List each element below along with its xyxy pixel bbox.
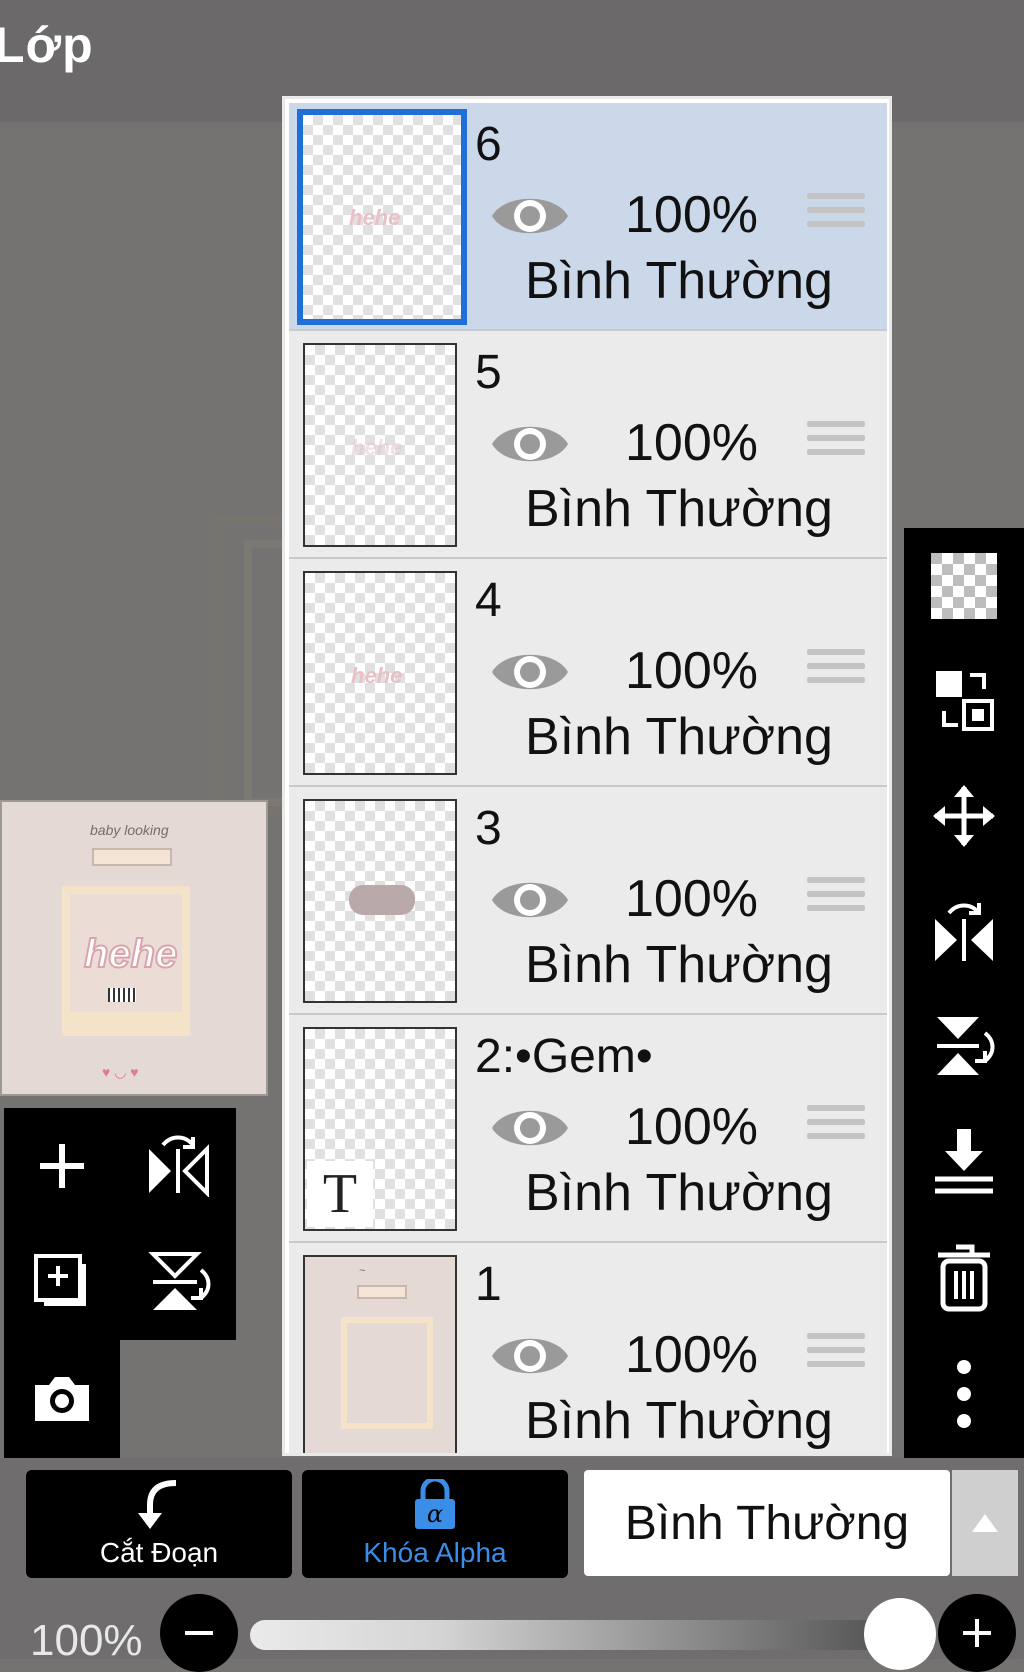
visibility-eye-icon[interactable]	[489, 415, 571, 473]
layer-thumbnail[interactable]: T	[303, 1027, 457, 1231]
drag-handle-icon[interactable]	[807, 877, 865, 927]
alpha-lock-icon: α	[415, 1479, 455, 1529]
layer-row[interactable]: hehe 4 100% Bình Thường	[289, 559, 887, 787]
minus-icon	[185, 1631, 213, 1635]
thumbnail-text: hehe	[349, 205, 401, 230]
drag-handle-icon[interactable]	[807, 1333, 865, 1383]
page-title: Lớp	[0, 17, 94, 73]
left-tool-panel	[4, 1108, 236, 1340]
layer-opacity: 100%	[625, 1098, 758, 1156]
layer-name: 2:•Gem•	[475, 1030, 653, 1083]
layer-thumbnail[interactable]: hehe	[297, 109, 467, 325]
visibility-eye-icon[interactable]	[489, 1099, 571, 1157]
flip-vertical-icon[interactable]	[138, 1242, 218, 1322]
preview-small-text: baby looking	[90, 822, 169, 838]
plus-icon	[963, 1619, 991, 1647]
visibility-eye-icon[interactable]	[489, 871, 571, 929]
canvas-preview[interactable]: baby looking hehe ♥ ◡ ♥	[0, 800, 268, 1096]
add-layer-icon[interactable]	[22, 1126, 102, 1206]
thumbnail-background: ~	[305, 1257, 455, 1453]
opacity-increase-button[interactable]	[938, 1594, 1016, 1672]
text-layer-icon: T	[307, 1161, 373, 1227]
triangle-up-icon	[972, 1514, 998, 1532]
flip-horizontal-icon[interactable]	[138, 1126, 218, 1206]
add-layer-copy-icon[interactable]	[22, 1242, 102, 1322]
visibility-eye-icon[interactable]	[489, 1327, 571, 1385]
blend-mode-dropdown-toggle[interactable]	[952, 1470, 1018, 1576]
heart-icon: ♥ ◡ ♥	[102, 1064, 139, 1080]
layer-row[interactable]: hehe 5 100% Bình Thường	[289, 331, 887, 559]
merge-down-icon[interactable]	[924, 1122, 1004, 1202]
preview-canvas-text: hehe	[83, 931, 178, 977]
layer-row[interactable]: ~ 1 100% Bình Thường	[289, 1243, 887, 1453]
alpha-lock-button[interactable]: α Khóa Alpha	[302, 1470, 568, 1578]
more-icon[interactable]	[924, 1354, 1004, 1434]
swap-layers-icon[interactable]	[924, 660, 1004, 740]
visibility-eye-icon[interactable]	[489, 187, 571, 245]
svg-text:α: α	[427, 1500, 443, 1528]
transparency-icon[interactable]	[924, 546, 1004, 626]
layer-opacity: 100%	[625, 642, 758, 700]
layer-blend-mode: Bình Thường	[525, 708, 833, 766]
layer-opacity: 100%	[625, 1326, 758, 1384]
layer-row[interactable]: hehe 6 100% Bình Thường	[289, 103, 887, 331]
clip-button[interactable]: Cắt Đoạn	[26, 1470, 292, 1578]
opacity-slider-knob[interactable]	[864, 1598, 936, 1670]
thumbnail-shape	[349, 885, 415, 915]
layer-row[interactable]: T 2:•Gem• 100% Bình Thường	[289, 1015, 887, 1243]
thumbnail-text: hehe	[351, 435, 403, 460]
layer-name: 6	[475, 118, 502, 171]
clip-arrow-icon	[138, 1480, 177, 1529]
layer-name: 4	[475, 574, 502, 627]
flip-horizontal-icon[interactable]	[924, 892, 1004, 972]
layer-opacity: 100%	[625, 870, 758, 928]
drag-handle-icon[interactable]	[807, 421, 865, 471]
bottom-bar: Cắt Đoạn α Khóa Alpha Bình Thường 100%	[0, 1458, 1024, 1672]
thumbnail-label-box	[357, 1285, 407, 1299]
camera-icon[interactable]	[22, 1358, 102, 1438]
move-icon[interactable]	[924, 776, 1004, 856]
layer-opacity: 100%	[625, 186, 758, 244]
layer-thumbnail[interactable]	[303, 799, 457, 1003]
layer-thumbnail[interactable]: hehe	[303, 343, 457, 547]
left-tool-panel-lower	[4, 1340, 120, 1458]
blend-mode-select[interactable]: Bình Thường	[584, 1470, 950, 1576]
layer-blend-mode: Bình Thường	[525, 936, 833, 994]
clip-label: Cắt Đoạn	[99, 1537, 219, 1568]
thumbnail-frame	[341, 1317, 433, 1429]
layer-opacity: 100%	[625, 414, 758, 472]
thumbnail-text: hehe	[351, 663, 403, 688]
layer-blend-mode: Bình Thường	[525, 252, 833, 310]
layer-blend-mode: Bình Thường	[525, 480, 833, 538]
preview-photo-frame-bottom	[62, 1012, 190, 1036]
flip-vertical-icon[interactable]	[924, 1006, 1004, 1086]
layer-thumbnail[interactable]: hehe	[303, 571, 457, 775]
visibility-eye-icon[interactable]	[489, 643, 571, 701]
preview-dots	[108, 988, 136, 1002]
layers-panel: hehe 6 100% Bình Thường hehe 5 100% Bình…	[282, 96, 892, 1456]
layer-name: 1	[475, 1258, 502, 1311]
thumbnail-small-text: ~	[359, 1265, 366, 1277]
opacity-slider-track[interactable]	[250, 1620, 882, 1650]
drag-handle-icon[interactable]	[807, 193, 865, 243]
right-tool-panel	[904, 528, 1024, 1458]
drag-handle-icon[interactable]	[807, 1105, 865, 1155]
drag-handle-icon[interactable]	[807, 649, 865, 699]
preview-label-box	[92, 848, 172, 866]
alpha-lock-label: Khóa Alpha	[363, 1537, 507, 1568]
layer-name: 3	[475, 802, 502, 855]
layer-blend-mode: Bình Thường	[525, 1164, 833, 1222]
trash-icon[interactable]	[924, 1238, 1004, 1318]
layer-name: 5	[475, 346, 502, 399]
layer-blend-mode: Bình Thường	[525, 1392, 833, 1450]
opacity-decrease-button[interactable]	[160, 1594, 238, 1672]
layer-thumbnail[interactable]: ~	[303, 1255, 457, 1453]
layer-row[interactable]: 3 100% Bình Thường	[289, 787, 887, 1015]
